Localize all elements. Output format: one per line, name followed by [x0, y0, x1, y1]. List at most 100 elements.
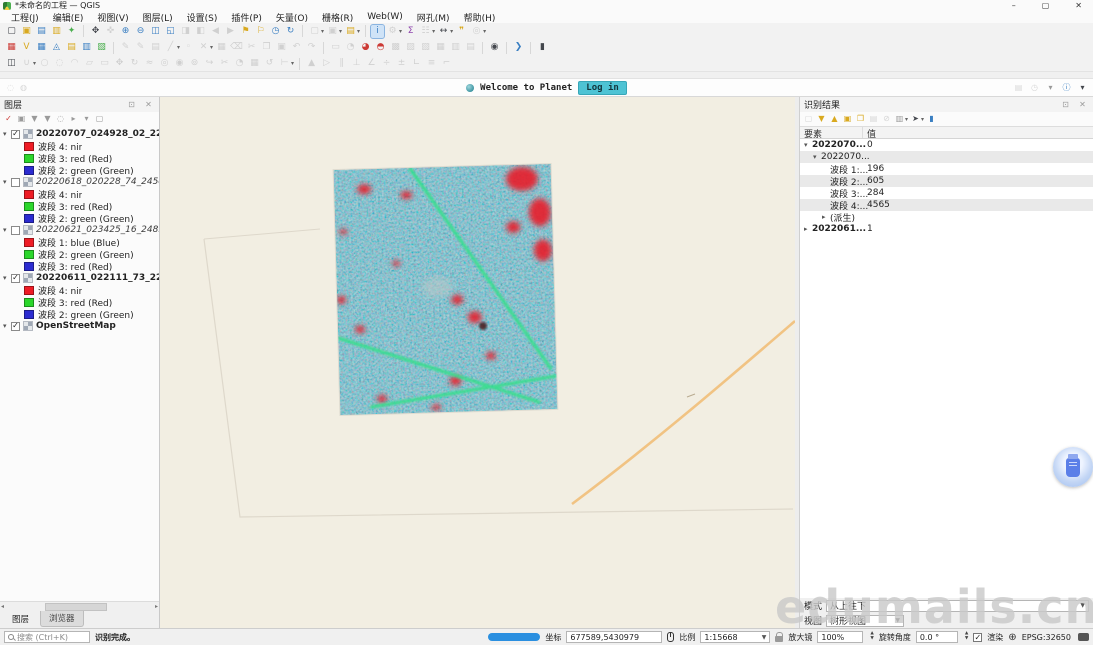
identify-mode-select-dropdown-icon[interactable]: ▾ [905, 116, 908, 123]
menu-item-视图V[interactable]: 视图(V) [90, 11, 135, 24]
message-dropdown-right-icon[interactable]: ▾ [1077, 82, 1088, 93]
identify-mode-select-icon[interactable]: ▥ [894, 114, 905, 125]
expander-icon[interactable]: ▾ [3, 130, 11, 138]
band-row[interactable]: 波段 2: green (Green) [0, 212, 159, 224]
column-value[interactable]: 值 [863, 127, 1093, 138]
menu-item-矢量O[interactable]: 矢量(O) [269, 11, 315, 24]
menu-item-图层L[interactable]: 图层(L) [136, 11, 180, 24]
menu-item-设置S[interactable]: 设置(S) [180, 11, 225, 24]
select-by-value-icon[interactable]: ▤ [344, 25, 357, 38]
identify-tool-select-dropdown-icon[interactable]: ▾ [921, 116, 924, 123]
menu-item-WebW[interactable]: Web(W) [360, 12, 410, 22]
layer-row[interactable]: ▾✓20220707_024928_02_2254 [0, 128, 159, 140]
add-vector-layer-icon[interactable]: V [20, 41, 33, 54]
data-source-manager-icon[interactable]: ▦ [5, 41, 18, 54]
identify-row[interactable]: 波段 3:...284 [800, 187, 1093, 199]
expander-icon[interactable]: ▸ [804, 225, 812, 233]
expander-icon[interactable]: ▾ [3, 274, 11, 282]
band-row[interactable]: 波段 3: red (Red) [0, 152, 159, 164]
minimize-button[interactable]: – [1012, 1, 1016, 10]
layer-visibility-checkbox[interactable]: ✓ [11, 322, 20, 331]
identify-row[interactable]: ▸(派生) [800, 211, 1093, 223]
band-row[interactable]: 波段 4: nir [0, 188, 159, 200]
temporal-controller-icon[interactable]: ◷ [269, 25, 282, 38]
open-project-icon[interactable]: ▣ [20, 25, 33, 38]
close-panel-icon[interactable]: ✕ [1077, 99, 1088, 110]
zoom-out-icon[interactable]: ⊖ [134, 25, 147, 38]
band-row[interactable]: 波段 1: blue (Blue) [0, 236, 159, 248]
menu-item-插件P[interactable]: 插件(P) [224, 11, 268, 24]
menu-item-帮助H[interactable]: 帮助(H) [457, 11, 503, 24]
layout-manager-icon[interactable]: ◫ [5, 57, 18, 70]
band-row[interactable]: 波段 3: red (Red) [0, 200, 159, 212]
zoom-native-icon[interactable]: ◫ [149, 25, 162, 38]
new-project-icon[interactable]: ▢ [5, 25, 18, 38]
messages-info-icon[interactable]: ⓘ [1061, 82, 1072, 93]
layer-row[interactable]: ▾✓OpenStreetMap [0, 320, 159, 332]
layer-diagram-icon[interactable]: ◓ [374, 41, 387, 54]
style-manager-icon[interactable]: ✦ [65, 25, 78, 38]
layer-row[interactable]: ▾20220621_023425_16_2489 [0, 224, 159, 236]
band-row[interactable]: 波段 2: green (Green) [0, 248, 159, 260]
band-row[interactable]: 波段 3: red (Red) [0, 260, 159, 272]
layer-visibility-checkbox[interactable] [11, 178, 20, 187]
collapse-all-icon[interactable]: ▾ [81, 114, 92, 125]
expander-icon[interactable]: ▾ [3, 178, 11, 186]
render-checkbox[interactable]: ✓ [973, 633, 982, 642]
layer-visibility-checkbox[interactable]: ✓ [11, 130, 20, 139]
identify-help-icon[interactable]: ▮ [926, 114, 937, 125]
map-tips-icon[interactable]: ❞ [455, 25, 468, 38]
crs-globe-icon[interactable]: ⊕ [1008, 632, 1016, 643]
manage-map-themes-icon[interactable]: ▼ [29, 114, 40, 125]
identify-features-icon[interactable]: i [371, 25, 384, 38]
mouse-extents-toggle-icon[interactable] [667, 632, 674, 642]
python-console-icon[interactable]: ❯ [512, 41, 525, 54]
expander-icon[interactable]: ▾ [3, 226, 11, 234]
layers-horizontal-scrollbar[interactable]: ◂ ▸ [0, 601, 159, 611]
remove-layer-icon[interactable]: ▢ [94, 114, 105, 125]
maximize-button[interactable]: ▢ [1042, 1, 1050, 10]
messages-bubble-icon[interactable] [1078, 633, 1089, 641]
band-row[interactable]: 波段 4: nir [0, 284, 159, 296]
osm-place-search-icon[interactable]: ◉ [488, 41, 501, 54]
dock-tab-browser[interactable]: 浏览器 [40, 611, 84, 627]
planet-login-button[interactable]: Log in [578, 81, 627, 95]
float-panel-icon[interactable]: ⊡ [1060, 99, 1071, 110]
dock-tab-layers[interactable]: 图层 [3, 611, 38, 628]
new-bookmark-icon[interactable]: ⚑ [239, 25, 252, 38]
identify-row[interactable]: ▸2022061...1 [800, 223, 1093, 235]
mode-select[interactable]: 从上往下 ▼ [826, 600, 1089, 612]
expand-all-icon[interactable]: ▸ [68, 114, 79, 125]
save-project-icon[interactable]: ▤ [35, 25, 48, 38]
spinner-arrows-icon[interactable]: ▲▼ [965, 632, 968, 642]
expander-icon[interactable]: ▾ [3, 322, 11, 330]
expander-icon[interactable]: ▸ [822, 213, 830, 221]
layer-visibility-checkbox[interactable]: ✓ [11, 274, 20, 283]
select-by-value-dropdown-icon[interactable]: ▾ [357, 28, 360, 35]
layer-labeling-icon[interactable]: ◕ [359, 41, 372, 54]
map-canvas[interactable] [160, 97, 795, 628]
band-row[interactable]: 波段 2: green (Green) [0, 164, 159, 176]
band-row[interactable]: 波段 2: green (Green) [0, 308, 159, 320]
filter-legend-icon[interactable]: ▼ [42, 114, 53, 125]
band-row[interactable]: 波段 3: red (Red) [0, 296, 159, 308]
scroll-left-arrow-icon[interactable]: ◂ [1, 603, 4, 610]
zoom-in-icon[interactable]: ⊕ [119, 25, 132, 38]
identify-row[interactable]: ▾2022070... [800, 151, 1093, 163]
add-raster-layer-icon[interactable]: ▦ [35, 41, 48, 54]
save-project-as-icon[interactable]: ▥ [50, 25, 63, 38]
column-feature[interactable]: 要素 [800, 127, 863, 138]
identify-row[interactable]: 波段 1:...196 [800, 163, 1093, 175]
add-mesh-layer-icon[interactable]: ◬ [50, 41, 63, 54]
locator-search-input[interactable]: 搜索 (Ctrl+K) [4, 631, 90, 643]
rotation-spinbox[interactable]: 0.0 ° [916, 631, 958, 643]
layer-row[interactable]: ▾20220618_020228_74_245c [0, 176, 159, 188]
zoom-full-icon[interactable]: ◱ [164, 25, 177, 38]
add-wms-layer-icon[interactable]: ▧ [95, 41, 108, 54]
refresh-map-icon[interactable]: ↻ [284, 25, 297, 38]
message-dropdown-left-icon[interactable]: ▾ [1045, 82, 1056, 93]
add-delimited-text-icon[interactable]: ▤ [65, 41, 78, 54]
float-panel-icon[interactable]: ⊡ [126, 99, 137, 110]
menu-item-工程J[interactable]: 工程(J) [4, 11, 46, 24]
coordinate-input[interactable]: 677589,5430979 [566, 631, 662, 643]
